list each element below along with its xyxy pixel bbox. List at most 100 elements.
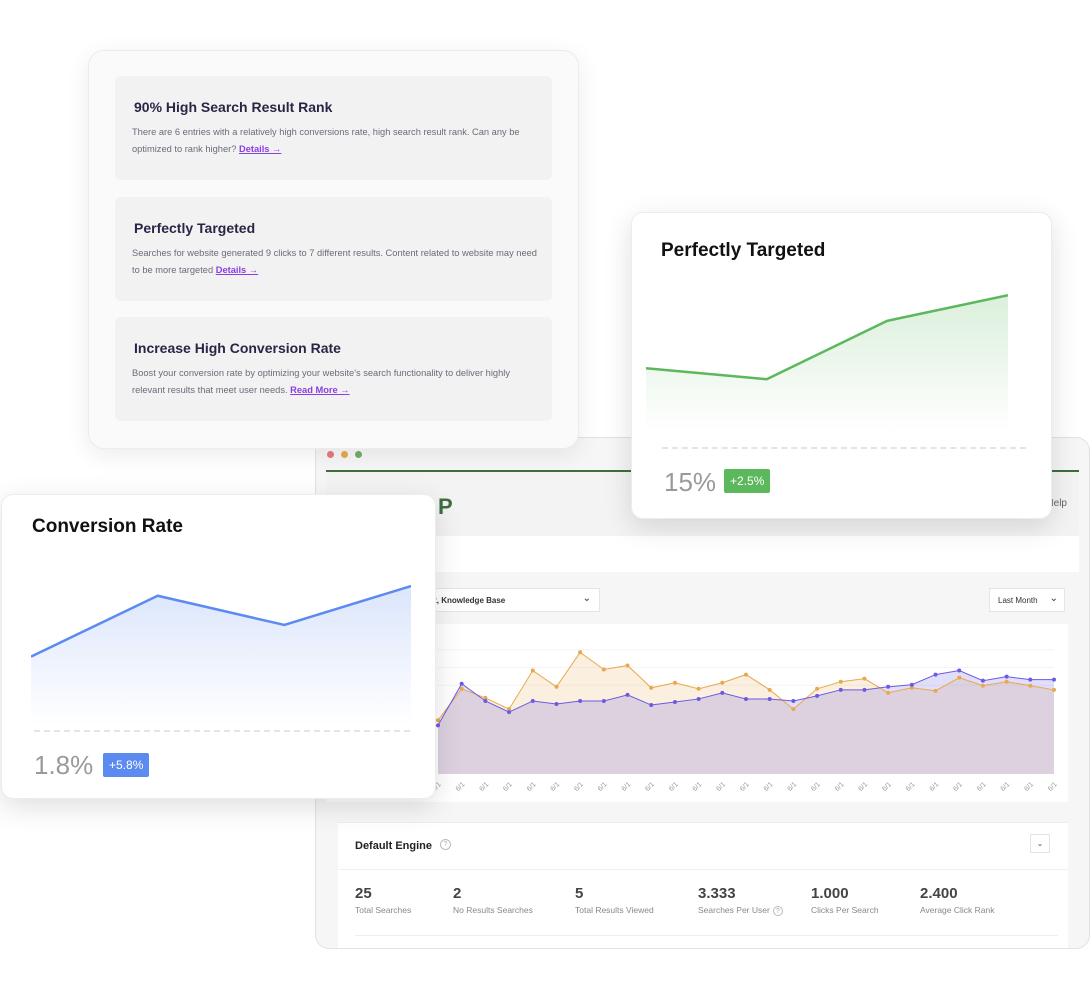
stat-item: 2.400 Average Click Rank <box>920 885 995 915</box>
window-controls <box>327 451 362 458</box>
data-point <box>554 684 559 689</box>
read-more-link[interactable]: Read More → <box>290 385 349 395</box>
data-point <box>767 696 772 701</box>
change-badge: +5.8% <box>103 753 150 777</box>
data-point <box>578 698 583 703</box>
data-point <box>980 683 985 688</box>
data-point <box>933 688 938 693</box>
data-point <box>1028 683 1033 688</box>
x-tick-label: 6/1 <box>929 781 941 793</box>
x-tick-label: 6/1 <box>810 781 822 793</box>
x-tick-label: 6/1 <box>692 781 704 793</box>
insight-text: Searches for website generated 9 clicks … <box>132 248 537 275</box>
data-point <box>744 672 748 677</box>
chevron-down-icon: ⌄ <box>582 593 591 604</box>
data-point <box>886 684 891 689</box>
baseline-divider <box>34 730 410 732</box>
period-select-value: Last Month <box>998 596 1038 605</box>
data-point <box>459 681 464 686</box>
data-point <box>744 696 748 701</box>
stat-label: No Results Searches <box>453 905 533 915</box>
stat-label: Total Searches <box>355 905 412 915</box>
x-tick-label: 6/1 <box>597 781 609 793</box>
stat-item: 5 Total Results Viewed <box>575 885 654 915</box>
stat-item: 25 Total Searches <box>355 885 411 915</box>
data-point <box>767 687 772 692</box>
chart-area <box>646 295 1008 433</box>
data-point <box>933 672 938 677</box>
data-point <box>696 696 701 701</box>
close-dot[interactable] <box>327 451 334 458</box>
engine-title: Default Engine <box>355 840 433 852</box>
insight-item: Increase High Conversion Rate Boost your… <box>115 317 552 421</box>
data-point <box>554 702 559 707</box>
perfectly-targeted-card: Perfectly Targeted 15% +2.5% <box>631 212 1052 519</box>
data-point <box>720 680 725 685</box>
insight-text: Boost your conversion rate by optimizing… <box>132 368 510 395</box>
x-tick-label: 6/1 <box>668 781 680 793</box>
x-tick-label: 6/1 <box>881 781 893 793</box>
insight-item: Perfectly Targeted Searches for website … <box>115 197 552 301</box>
x-tick-label: 6/1 <box>834 781 846 793</box>
insight-title: Increase High Conversion Rate <box>134 340 341 356</box>
data-point <box>601 698 606 703</box>
metric-value: 15% <box>664 467 717 497</box>
metric-value: 1.8% <box>34 750 94 780</box>
stat-value: 1.000 <box>811 885 849 902</box>
insights-card: 90% High Search Result Rank There are 6 … <box>88 50 579 449</box>
conversion-rate-chart <box>31 584 411 725</box>
details-link[interactable]: Details → <box>239 144 281 154</box>
x-tick-label: 6/1 <box>739 781 751 793</box>
stat-label: Searches Per User? <box>698 905 783 916</box>
stat-value: 2 <box>453 885 462 902</box>
stat-value: 2.400 <box>920 885 958 902</box>
data-point <box>578 650 583 655</box>
insight-title: 90% High Search Result Rank <box>134 99 333 115</box>
period-select[interactable]: Last Month ⌄ <box>989 588 1065 612</box>
x-tick-label: 6/1 <box>905 781 917 793</box>
data-point <box>720 690 725 695</box>
baseline-divider <box>662 447 1026 449</box>
x-tick-label: 6/1 <box>1000 781 1012 793</box>
data-point <box>672 680 677 685</box>
help-icon[interactable]: ? <box>440 839 451 850</box>
data-point <box>815 686 820 691</box>
perfectly-targeted-chart <box>646 294 1008 433</box>
divider <box>355 935 1058 936</box>
minimize-dot[interactable] <box>341 451 348 458</box>
data-point <box>649 703 654 708</box>
maximize-dot[interactable] <box>355 451 362 458</box>
help-icon[interactable]: ? <box>772 905 783 916</box>
x-tick-label: 6/1 <box>478 781 490 793</box>
data-point <box>1028 677 1033 682</box>
data-point <box>436 723 440 728</box>
data-point <box>791 707 796 712</box>
x-tick-label: 6/1 <box>455 781 467 793</box>
chevron-down-icon: ⌄ <box>1049 593 1058 604</box>
data-point <box>436 718 440 723</box>
x-tick-label: 6/1 <box>526 781 538 793</box>
data-point <box>862 676 867 681</box>
data-point <box>838 687 843 692</box>
stat-item: 1.000 Clicks Per Search <box>811 885 879 915</box>
data-point <box>507 710 512 715</box>
details-link[interactable]: Details → <box>216 265 258 275</box>
stat-label: Total Results Viewed <box>575 905 654 915</box>
collapse-toggle-button[interactable]: ⌄ <box>1030 834 1050 853</box>
x-tick-label: 6/1 <box>715 781 727 793</box>
default-engine-panel: Default Engine ? ⌄ 25 Total Searches 2 No R… <box>338 822 1068 948</box>
insight-title: Perfectly Targeted <box>134 220 256 236</box>
data-point <box>1004 679 1009 684</box>
insight-item: 90% High Search Result Rank There are 6 … <box>115 76 552 180</box>
data-point <box>957 668 962 673</box>
engine-select-value: ult, Knowledge Base <box>427 596 506 605</box>
card-title: Perfectly Targeted <box>661 240 826 261</box>
x-tick-label: 6/1 <box>976 781 988 793</box>
data-point <box>625 663 630 668</box>
change-badge: +2.5% <box>724 469 771 493</box>
app-logo: P <box>438 494 453 519</box>
data-point <box>838 679 843 684</box>
x-tick-label: 6/1 <box>1023 781 1035 793</box>
x-tick-label: 6/1 <box>502 781 514 793</box>
data-point <box>909 682 914 687</box>
